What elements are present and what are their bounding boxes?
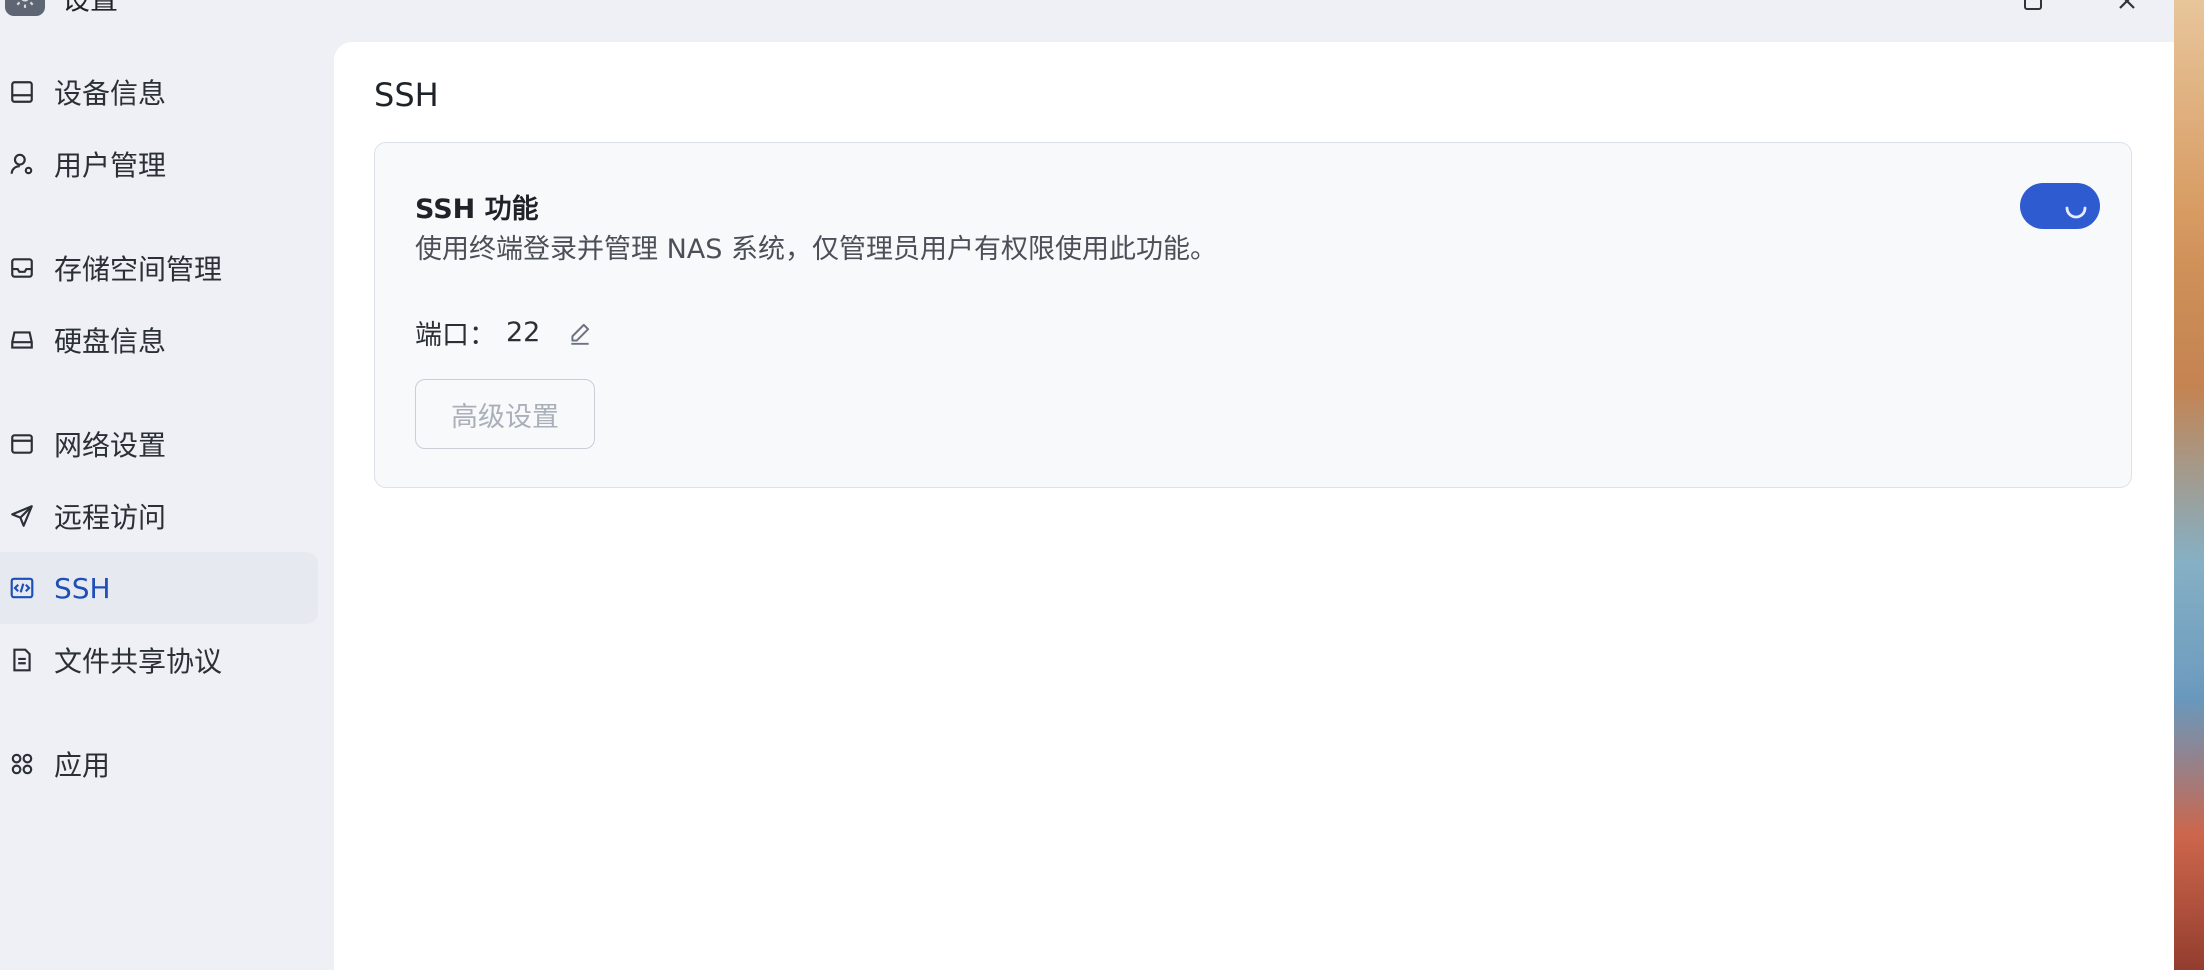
desktop-wallpaper [2174, 0, 2204, 970]
sidebar-item-label: 设备信息 [54, 77, 167, 110]
sidebar-item-label: 文件共享协议 [54, 645, 223, 678]
screen: 设置 设备信息 [0, 0, 2204, 970]
sidebar-item-remote-access[interactable]: 远程访问 [0, 480, 330, 552]
title-bar: 设置 [0, 0, 2174, 40]
device-icon [8, 78, 36, 106]
ssh-settings-card: SSH 功能 使用终端登录并管理 NAS 系统，仅管理员用户有权限使用此功能。 … [374, 142, 2132, 488]
sidebar-item-label: 应用 [54, 749, 111, 782]
sidebar-item-user-management[interactable]: 用户管理 [0, 128, 330, 200]
sidebar-item-label: 用户管理 [54, 149, 167, 182]
sidebar-item-label: 远程访问 [54, 501, 167, 534]
page-title: SSH [374, 76, 439, 114]
sidebar-item-file-sharing[interactable]: 文件共享协议 [0, 624, 330, 696]
ssh-feature-title: SSH 功能 [415, 194, 539, 225]
close-icon[interactable] [2114, 0, 2140, 14]
main-panel: SSH SSH 功能 使用终端登录并管理 NAS 系统，仅管理员用户有权限使用此… [334, 42, 2174, 970]
edit-pencil-icon[interactable] [566, 319, 594, 347]
ssh-feature-description: 使用终端登录并管理 NAS 系统，仅管理员用户有权限使用此功能。 [415, 234, 1217, 265]
settings-window: 设置 设备信息 [0, 0, 2174, 970]
sidebar-item-label: 硬盘信息 [54, 325, 167, 358]
port-row: 端口： 22 [415, 313, 594, 352]
document-icon [8, 646, 36, 674]
sidebar-item-label: 网络设置 [54, 429, 167, 462]
port-label: 端口： [415, 320, 496, 351]
advanced-settings-button[interactable]: 高级设置 [415, 379, 595, 449]
window-title: 设置 [62, 0, 118, 14]
ssh-toggle[interactable] [2020, 183, 2100, 229]
user-settings-icon [8, 150, 36, 178]
loading-spinner-icon [2065, 206, 2087, 219]
sidebar-item-device-info[interactable]: 设备信息 [0, 56, 330, 128]
sidebar-item-storage[interactable]: 存储空间管理 [0, 232, 330, 304]
sidebar-item-label: 存储空间管理 [54, 253, 223, 286]
sidebar-item-label: SSH [54, 571, 111, 605]
network-icon [8, 430, 36, 458]
sidebar-item-ssh[interactable]: SSH [0, 552, 318, 624]
code-icon [8, 574, 36, 602]
gear-icon [5, 0, 45, 16]
sidebar-item-network[interactable]: 网络设置 [0, 408, 330, 480]
inbox-storage-icon [8, 254, 36, 282]
sidebar: 设备信息 用户管理 存储空间管理 硬盘信息 网络设置 远程访问 SSH 文件共享… [0, 56, 330, 800]
port-value: 22 [506, 317, 541, 348]
send-arrow-icon [8, 502, 36, 530]
hard-disk-icon [8, 326, 36, 354]
maximize-icon[interactable] [2020, 0, 2046, 14]
sidebar-item-apps[interactable]: 应用 [0, 728, 330, 800]
sidebar-item-disk-info[interactable]: 硬盘信息 [0, 304, 330, 376]
apps-grid-icon [8, 750, 36, 778]
